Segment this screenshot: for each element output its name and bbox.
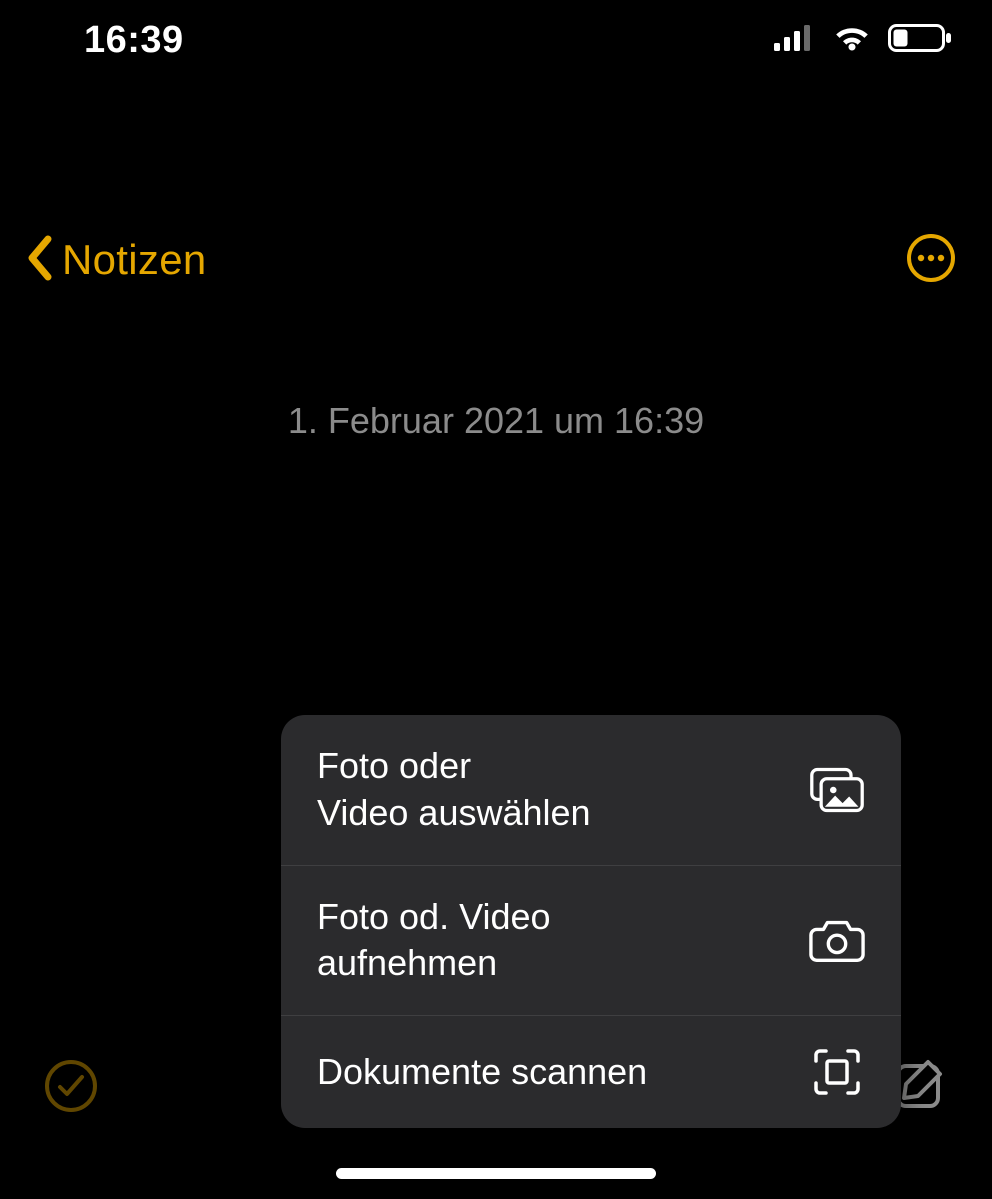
menu-item-label: Foto oder Video auswählen (317, 743, 591, 837)
back-button[interactable]: Notizen (24, 235, 207, 286)
menu-item-choose-photo[interactable]: Foto oder Video auswählen (281, 715, 901, 865)
document-scan-icon (809, 1044, 865, 1100)
menu-item-label: Dokumente scannen (317, 1049, 647, 1096)
menu-item-label: Foto od. Video aufnehmen (317, 894, 551, 988)
battery-icon (888, 24, 952, 57)
status-icons (774, 23, 952, 58)
camera-icon (809, 912, 865, 968)
nav-bar: Notizen (0, 220, 992, 300)
menu-item-take-photo[interactable]: Foto od. Video aufnehmen (281, 865, 901, 1016)
back-label: Notizen (62, 236, 207, 284)
menu-item-scan-documents[interactable]: Dokumente scannen (281, 1015, 901, 1128)
photo-library-icon (809, 762, 865, 818)
note-timestamp: 1. Februar 2021 um 16:39 (0, 400, 992, 442)
status-bar: 16:39 (0, 0, 992, 80)
wifi-icon (830, 23, 874, 58)
home-indicator[interactable] (336, 1168, 656, 1179)
attach-menu: Foto oder Video auswählen Foto od. Video… (281, 715, 901, 1128)
chevron-left-icon (24, 235, 54, 286)
cellular-icon (774, 25, 816, 56)
ellipsis-circle-icon (906, 233, 956, 288)
more-button[interactable] (906, 235, 956, 285)
status-time: 16:39 (84, 19, 184, 62)
